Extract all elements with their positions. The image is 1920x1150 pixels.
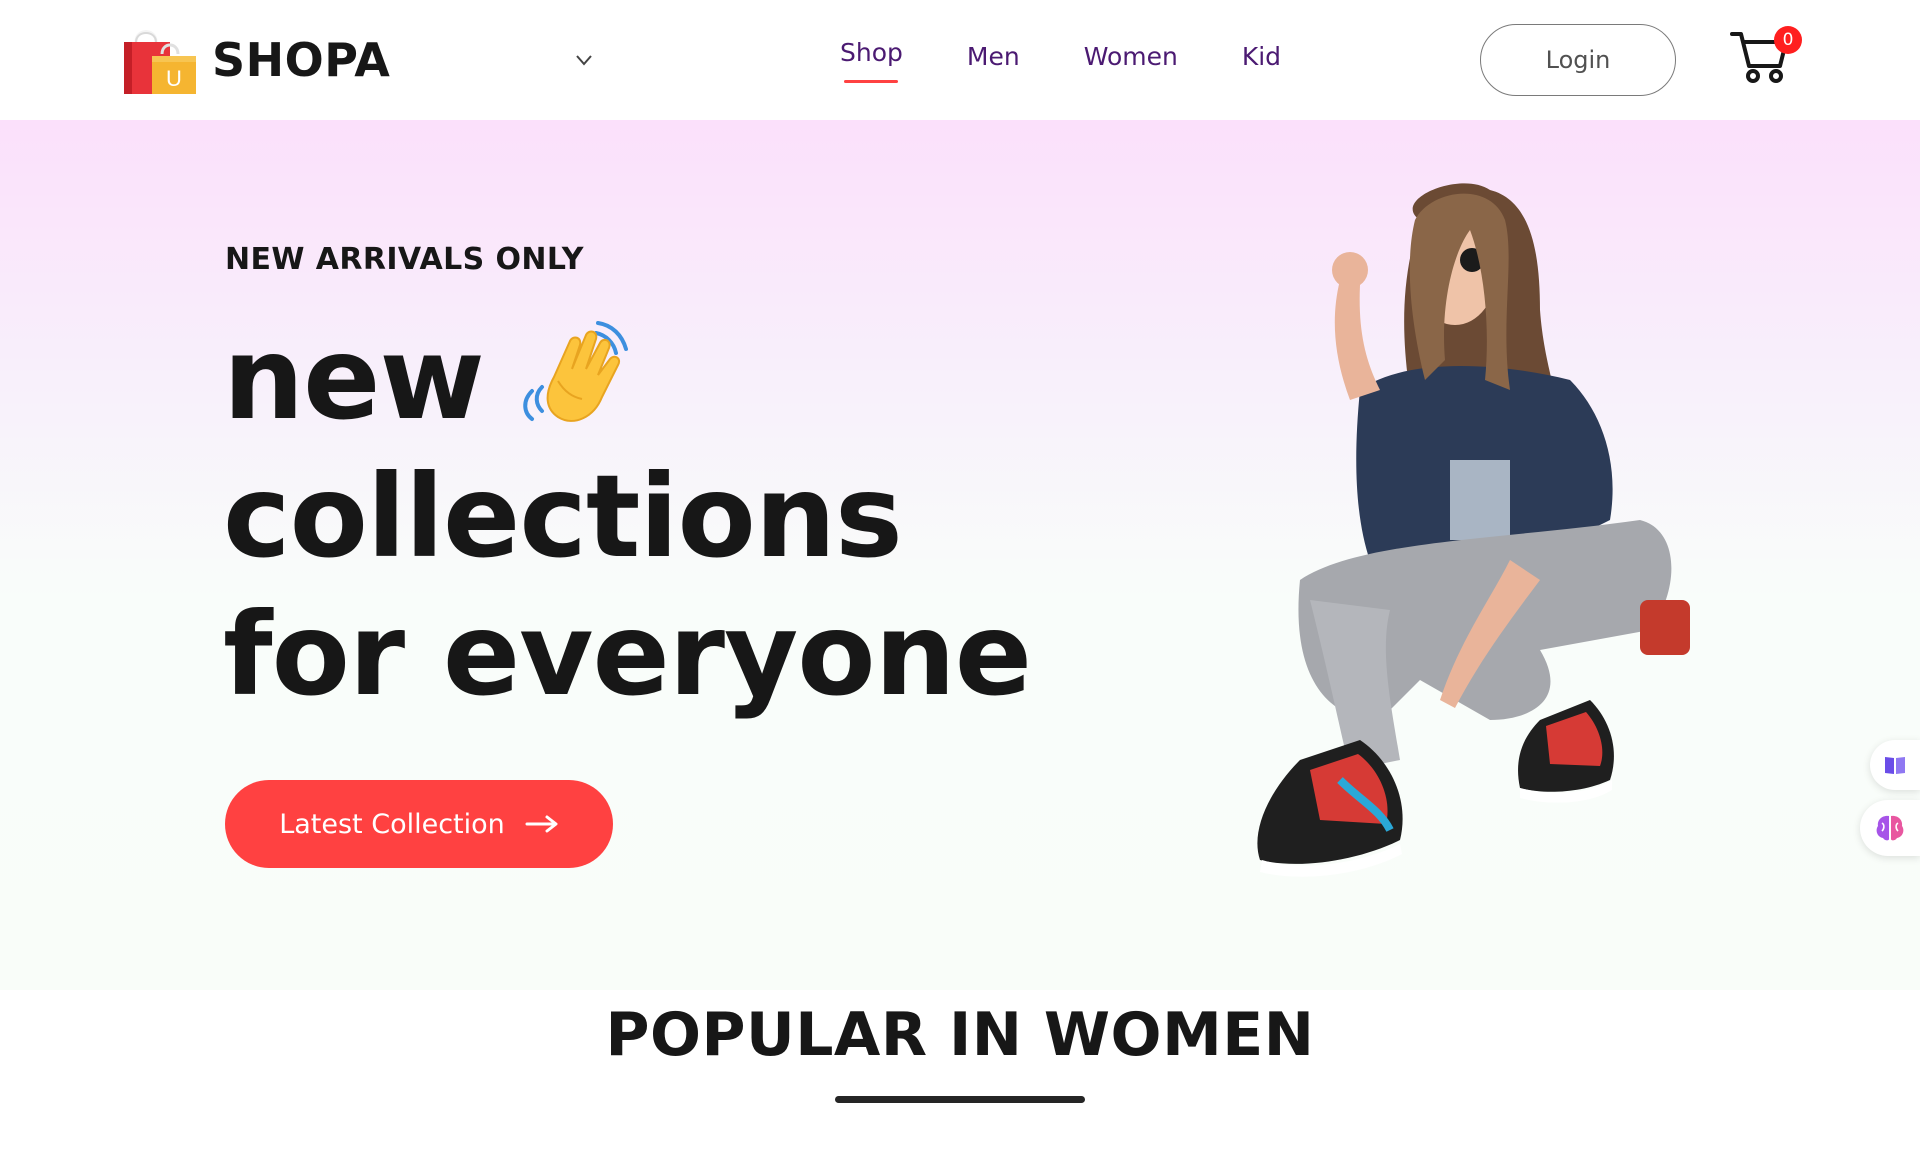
chevron-down-icon[interactable] (572, 48, 596, 72)
latest-collection-button[interactable]: Latest Collection (225, 780, 613, 868)
section-title: POPULAR IN WOMEN (605, 1000, 1315, 1070)
main-nav: Shop Men Women Kid (840, 38, 1281, 83)
nav-item-shop[interactable]: Shop (840, 38, 903, 83)
hero-title-line: collections (223, 448, 1031, 586)
hero-title-text: new (223, 312, 485, 445)
hero-title-line: for everyone (223, 586, 1032, 724)
cart-count-badge: 0 (1774, 26, 1802, 54)
arrow-right-icon (525, 815, 558, 833)
cart-button[interactable]: 0 (1730, 24, 1802, 86)
reader-widget-button[interactable] (1870, 740, 1920, 790)
brand-name: SHOPA (212, 33, 391, 87)
section-title-underline (835, 1096, 1085, 1103)
hero-eyebrow: NEW ARRIVALS ONLY (225, 242, 584, 277)
hero-title-text: for everyone (223, 588, 1032, 721)
hero-section: NEW ARRIVALS ONLY new collections for ev… (0, 120, 1920, 990)
model-photo (1257, 183, 1690, 877)
active-indicator (844, 80, 898, 83)
hero-title-text: collections (223, 450, 903, 583)
shopping-bags-icon: U (124, 30, 196, 94)
svg-text:U: U (166, 66, 182, 91)
nav-item-label: Kid (1241, 42, 1282, 71)
nav-item-kid[interactable]: Kid (1242, 42, 1281, 71)
login-button[interactable]: Login (1480, 24, 1676, 96)
nav-item-label: Shop (840, 38, 903, 67)
book-icon (1885, 757, 1905, 774)
navbar: U SHOPA Shop Men Women Kid Login 0 (0, 0, 1920, 120)
nav-item-women[interactable]: Women (1084, 42, 1178, 71)
ai-widget-button[interactable] (1860, 800, 1920, 856)
nav-item-men[interactable]: Men (967, 42, 1020, 71)
hero-title-line: new (223, 310, 1031, 448)
cta-label: Latest Collection (279, 808, 505, 840)
nav-item-label: Women (1083, 42, 1178, 71)
nav-item-label: Men (966, 42, 1020, 71)
waving-hand-icon (523, 321, 628, 422)
brand-logo[interactable]: U SHOPA (122, 24, 390, 96)
brain-icon (1876, 815, 1904, 841)
hero-title: new collections for everyone (223, 310, 1032, 724)
